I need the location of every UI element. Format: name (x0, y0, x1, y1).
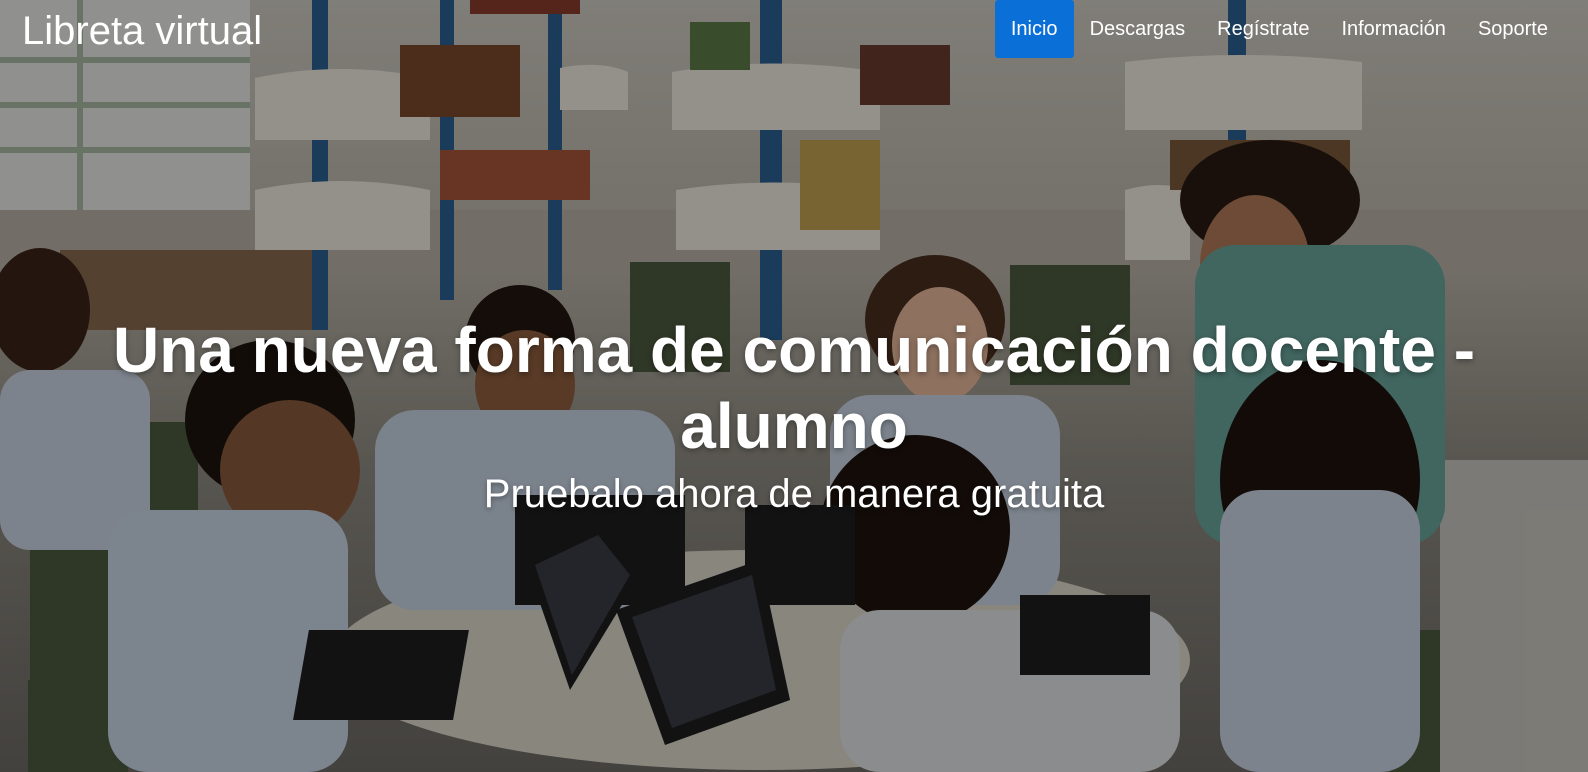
nav-menu: Inicio Descargas Regístrate Información … (994, 0, 1564, 58)
nav-link-descargas[interactable]: Descargas (1074, 0, 1202, 58)
hero-section: Una nueva forma de comunicación docente … (0, 312, 1588, 518)
top-navbar: Libreta virtual Inicio Descargas Regístr… (0, 0, 1588, 60)
nav-link-registrate[interactable]: Regístrate (1201, 0, 1325, 58)
hero-subtitle: Pruebalo ahora de manera gratuita (483, 472, 1105, 516)
hero-title: Una nueva forma de comunicación docente … (112, 314, 1476, 462)
nav-link-informacion[interactable]: Información (1325, 0, 1462, 58)
nav-link-soporte[interactable]: Soporte (1462, 0, 1564, 58)
nav-link-inicio[interactable]: Inicio (994, 0, 1074, 58)
site-brand-link[interactable]: Libreta virtual (22, 5, 262, 57)
